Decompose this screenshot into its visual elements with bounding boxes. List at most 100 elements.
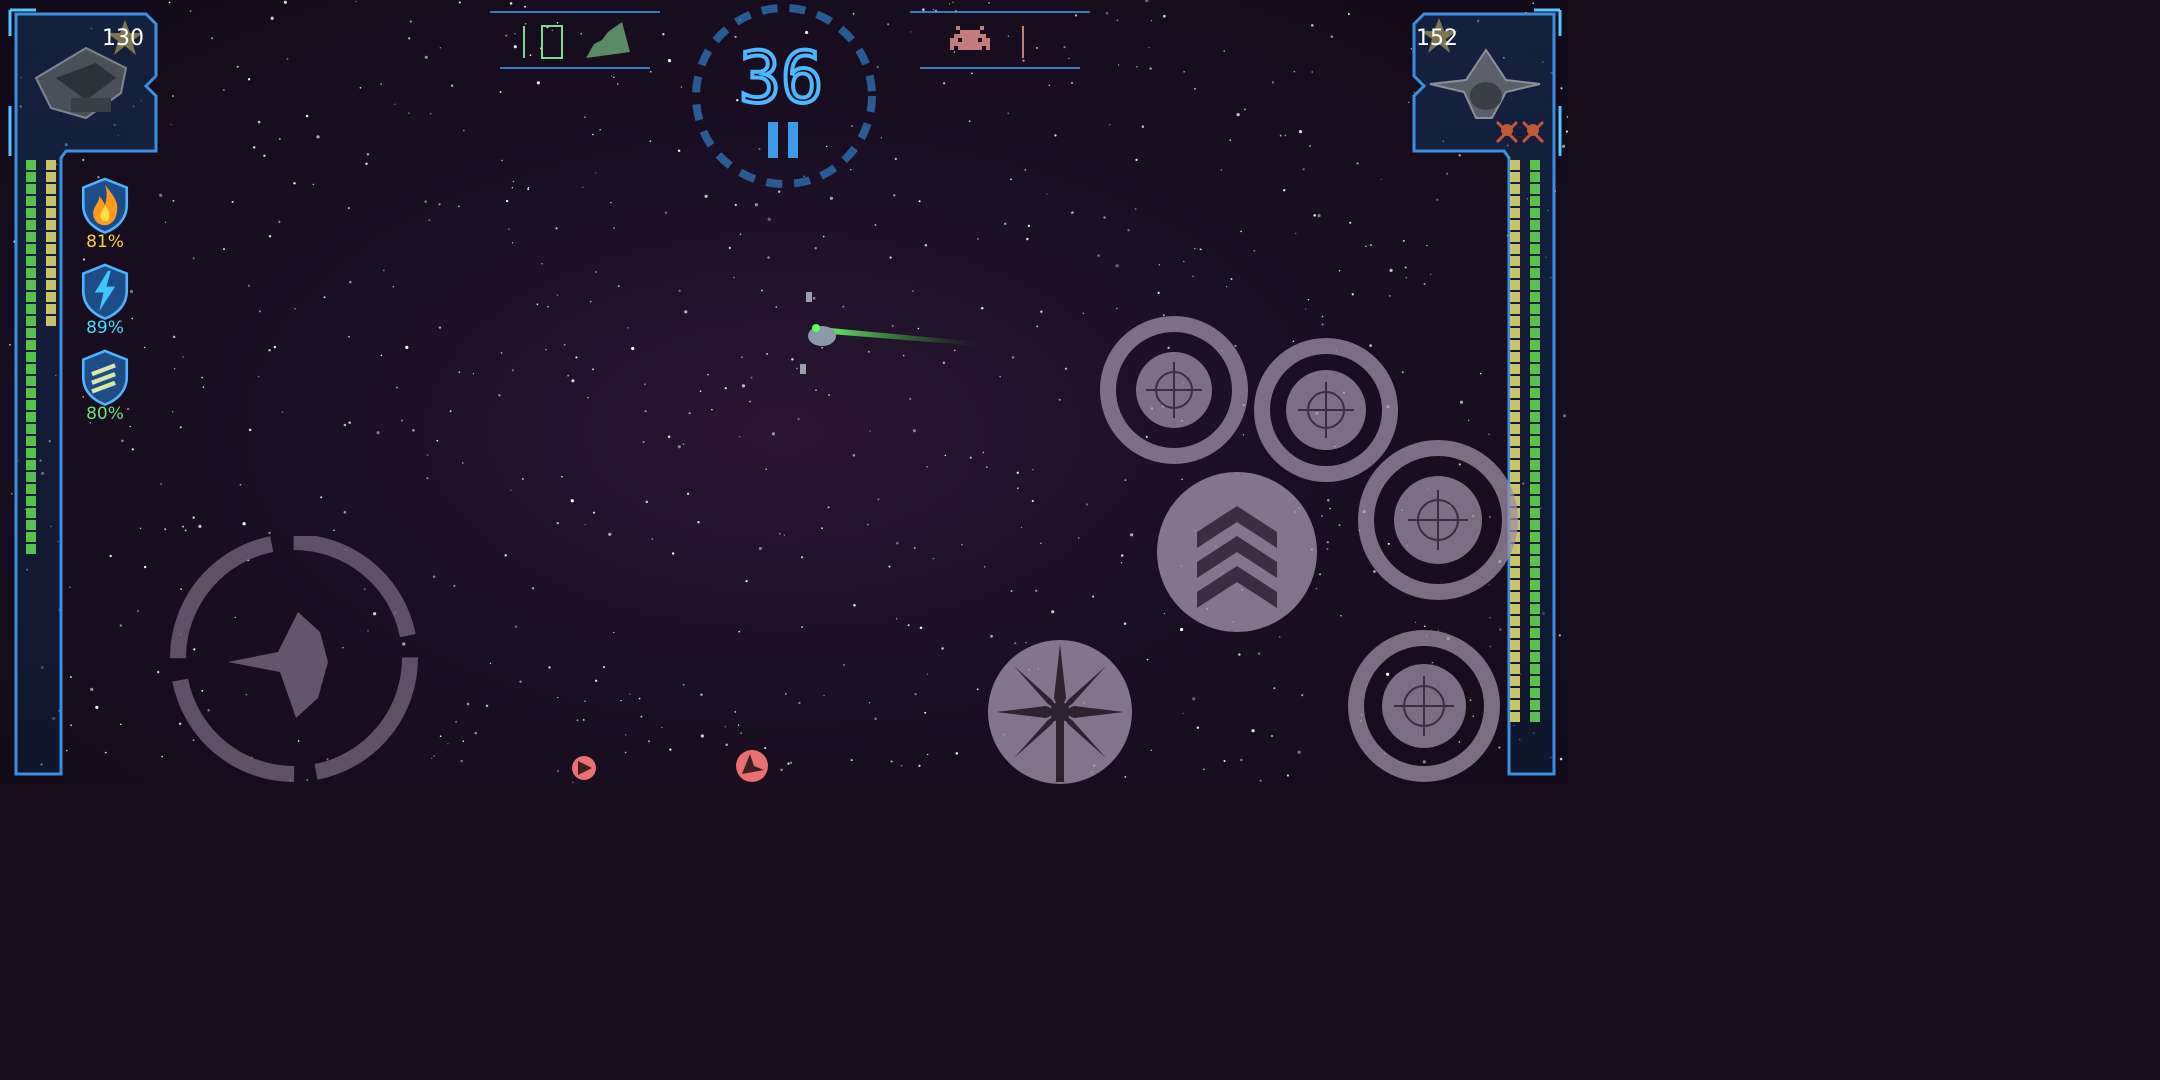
bar-segment bbox=[1530, 580, 1540, 590]
bar-segment bbox=[1510, 304, 1520, 314]
enemy-fleet-indicator bbox=[910, 11, 1090, 69]
boost-button[interactable] bbox=[1154, 470, 1320, 634]
bar-segment bbox=[26, 376, 36, 386]
skull-crossbones-icon bbox=[1495, 120, 1545, 144]
bar-segment bbox=[1530, 280, 1540, 290]
bar-segment bbox=[26, 172, 36, 182]
offscreen-enemy-marker-icon bbox=[736, 750, 768, 782]
bar-segment bbox=[1530, 724, 1540, 734]
bar-segment bbox=[1530, 448, 1540, 458]
bar-segment bbox=[26, 520, 36, 530]
game-viewport: 130 81% 89% 80% 36 152 bbox=[0, 0, 1568, 784]
player-health-bar bbox=[26, 160, 36, 710]
missile-buff-indicator: 80% bbox=[70, 348, 140, 428]
bar-segment bbox=[1510, 256, 1520, 266]
bar-segment bbox=[26, 496, 36, 506]
bar-segment bbox=[1530, 232, 1540, 242]
bar-segment bbox=[26, 184, 36, 194]
bar-segment bbox=[1510, 292, 1520, 302]
bar-segment bbox=[1510, 184, 1520, 194]
fire-buff-percent: 81% bbox=[86, 232, 124, 252]
bar-segment bbox=[1530, 304, 1540, 314]
bar-segment bbox=[1510, 712, 1520, 722]
bar-segment bbox=[1510, 688, 1520, 698]
bar-segment bbox=[1510, 424, 1520, 434]
bar-segment bbox=[46, 436, 56, 446]
weapon-1-button[interactable] bbox=[1096, 312, 1252, 468]
bar-segment bbox=[1510, 352, 1520, 362]
bar-segment bbox=[26, 508, 36, 518]
bar-segment bbox=[1510, 736, 1520, 746]
bar-segment bbox=[26, 688, 36, 698]
bar-segment bbox=[1530, 424, 1540, 434]
bar-segment bbox=[1530, 700, 1540, 710]
bar-segment bbox=[26, 196, 36, 206]
bar-segment bbox=[46, 160, 56, 170]
bar-segment bbox=[26, 268, 36, 278]
bar-segment bbox=[1510, 676, 1520, 686]
lightning-icon bbox=[81, 263, 129, 320]
bar-segment bbox=[46, 172, 56, 182]
bar-segment bbox=[46, 208, 56, 218]
bar-segment bbox=[26, 484, 36, 494]
bar-segment bbox=[26, 616, 36, 626]
bar-segment bbox=[1530, 736, 1540, 746]
player-energy-bar bbox=[46, 160, 56, 458]
bar-segment bbox=[1510, 340, 1520, 350]
weapon-4-button[interactable] bbox=[1344, 628, 1504, 784]
bar-segment bbox=[46, 304, 56, 314]
bar-segment bbox=[1510, 160, 1520, 170]
bar-segment bbox=[46, 268, 56, 278]
bar-segment bbox=[1530, 748, 1540, 758]
bar-segment bbox=[1510, 196, 1520, 206]
enemy-health-bar bbox=[1530, 160, 1540, 758]
bar-segment bbox=[26, 244, 36, 254]
bar-segment bbox=[46, 328, 56, 338]
bar-segment bbox=[46, 376, 56, 386]
bar-segment bbox=[1510, 400, 1520, 410]
movement-joystick[interactable] bbox=[168, 536, 420, 784]
bar-segment bbox=[1510, 616, 1520, 626]
special-ability-button[interactable] bbox=[986, 638, 1134, 784]
bar-segment bbox=[1530, 472, 1540, 482]
bar-segment bbox=[1530, 196, 1540, 206]
bar-segment bbox=[1530, 328, 1540, 338]
timer-value: 36 bbox=[739, 44, 823, 108]
bar-segment bbox=[46, 412, 56, 422]
bar-segment bbox=[26, 304, 36, 314]
missile-buff-percent: 80% bbox=[86, 404, 124, 424]
bar-segment bbox=[1510, 700, 1520, 710]
bar-segment bbox=[1530, 352, 1540, 362]
ship-silhouette-icon bbox=[228, 612, 328, 718]
bar-segment bbox=[26, 232, 36, 242]
bar-segment bbox=[1510, 280, 1520, 290]
bar-segment bbox=[26, 676, 36, 686]
bar-segment bbox=[26, 640, 36, 650]
bar-segment bbox=[1530, 208, 1540, 218]
bar-segment bbox=[1510, 232, 1520, 242]
fire-buff-indicator: 81% bbox=[70, 176, 140, 256]
bar-segment bbox=[1530, 316, 1540, 326]
bar-segment bbox=[26, 328, 36, 338]
enemy-score: 152 bbox=[1416, 26, 1458, 51]
battle-scene bbox=[800, 292, 980, 374]
bar-segment bbox=[26, 364, 36, 374]
bar-segment bbox=[1530, 568, 1540, 578]
bar-segment bbox=[1530, 400, 1540, 410]
bar-segment bbox=[1530, 460, 1540, 470]
bar-segment bbox=[1510, 244, 1520, 254]
weapon-3-button[interactable] bbox=[1354, 436, 1522, 604]
bar-segment bbox=[1510, 316, 1520, 326]
bar-segment bbox=[46, 424, 56, 434]
bar-segment bbox=[26, 604, 36, 614]
bar-segment bbox=[1510, 724, 1520, 734]
bar-segment bbox=[46, 280, 56, 290]
bar-segment bbox=[46, 352, 56, 362]
bar-segment bbox=[1530, 652, 1540, 662]
bar-segment bbox=[26, 700, 36, 710]
pause-button[interactable] bbox=[766, 122, 806, 158]
bar-segment bbox=[1530, 628, 1540, 638]
bar-segment bbox=[1510, 748, 1520, 758]
bar-segment bbox=[46, 340, 56, 350]
bar-segment bbox=[46, 232, 56, 242]
